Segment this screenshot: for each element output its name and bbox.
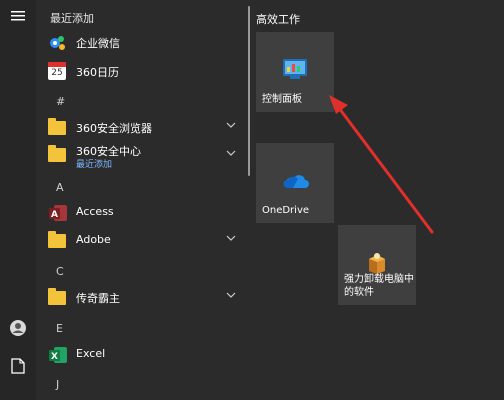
app-item-wecom[interactable]: 企业微信 — [36, 30, 248, 56]
chevron-down-icon — [226, 235, 236, 241]
document-icon — [11, 358, 25, 374]
section-letter-c[interactable]: C — [56, 265, 64, 278]
access-icon: A — [48, 203, 68, 223]
wecom-icon — [48, 33, 68, 53]
app-item-access[interactable]: A Access — [36, 200, 248, 226]
annotation-arrow — [329, 95, 434, 234]
section-letter-hash[interactable]: # — [56, 95, 65, 108]
hamburger-menu-icon — [11, 11, 25, 21]
section-letter-a[interactable]: A — [56, 181, 64, 194]
recently-added-badge: 最近添加 — [76, 160, 113, 170]
folder-icon — [48, 118, 68, 138]
app-label: 企业微信 — [76, 37, 120, 50]
app-folder-adobe[interactable]: Adobe — [36, 228, 248, 254]
app-folder-360-browser[interactable]: 360安全浏览器 — [36, 115, 248, 141]
app-folder-360-security[interactable]: 360安全中心 最近添加 — [36, 140, 248, 170]
excel-icon: X — [48, 345, 68, 365]
documents-button[interactable] — [6, 354, 30, 378]
user-avatar-icon — [10, 320, 26, 336]
app-label: 360安全浏览器 — [76, 122, 152, 135]
chevron-down-icon — [226, 150, 236, 156]
section-letter-j[interactable]: J — [56, 378, 59, 391]
app-label: 传奇霸主 — [76, 292, 120, 305]
app-label: Access — [76, 205, 114, 218]
app-label: Excel — [76, 347, 106, 360]
folder-icon — [48, 231, 68, 251]
app-item-360-calendar[interactable]: 25 360日历 — [36, 59, 248, 85]
user-button[interactable] — [6, 316, 30, 340]
app-label: Adobe — [76, 233, 111, 246]
applist-scrollbar[interactable] — [248, 6, 250, 176]
recent-header: 最近添加 — [50, 12, 94, 25]
menu-button[interactable] — [6, 4, 30, 28]
svg-text:X: X — [51, 352, 58, 362]
folder-icon — [48, 145, 68, 165]
svg-text:A: A — [51, 210, 58, 220]
calendar-icon: 25 — [48, 62, 68, 82]
app-list: 最近添加 企业微信 25 360日历 # 360安全浏览器 360安全中心 最近… — [36, 0, 248, 400]
folder-icon — [48, 288, 68, 308]
app-folder-chuanqi[interactable]: 传奇霸主 — [36, 285, 248, 311]
app-item-excel[interactable]: X Excel — [36, 342, 248, 368]
tiles-area: 高效工作 控制面板 OneDrive 强力卸载电脑中的软件 — [252, 0, 504, 400]
chevron-down-icon — [226, 122, 236, 128]
chevron-down-icon — [226, 292, 236, 298]
left-rail — [0, 0, 36, 400]
app-label: 360日历 — [76, 66, 119, 79]
section-letter-e[interactable]: E — [56, 322, 63, 335]
